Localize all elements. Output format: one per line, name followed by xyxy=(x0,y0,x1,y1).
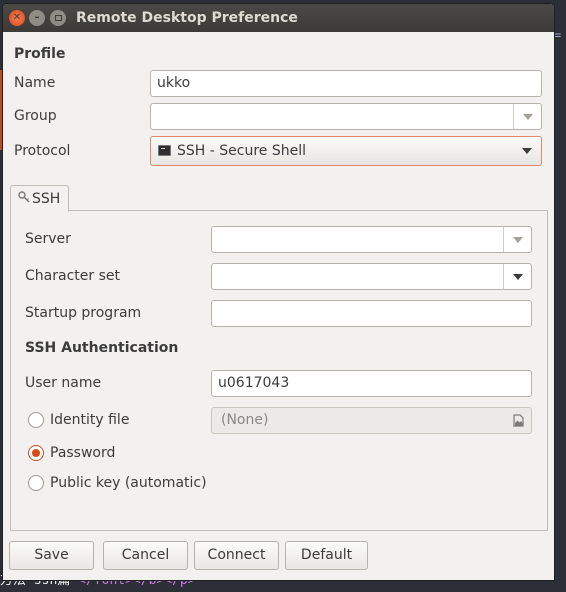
group-combo[interactable] xyxy=(150,103,542,130)
maximize-window-button[interactable] xyxy=(50,10,66,26)
preference-dialog: ✕ – Remote Desktop Preference Profile Na… xyxy=(3,4,554,580)
username-label: User name xyxy=(25,375,102,391)
server-dropdown-button[interactable] xyxy=(503,227,531,252)
background-edge-glyph: = xyxy=(554,28,562,42)
key-icon xyxy=(18,191,30,203)
minimize-window-button[interactable]: – xyxy=(29,10,45,26)
username-input[interactable]: u0617043 xyxy=(211,370,532,397)
chevron-down-icon xyxy=(513,237,523,243)
startup-program-input[interactable] xyxy=(211,300,532,327)
protocol-label: Protocol xyxy=(14,143,71,159)
chevron-down-icon xyxy=(523,114,533,120)
group-dropdown-button[interactable] xyxy=(513,104,541,129)
protocol-value: SSH - Secure Shell xyxy=(177,143,306,159)
cancel-button[interactable]: Cancel xyxy=(103,541,188,570)
save-button[interactable]: Save xyxy=(9,541,94,570)
name-label: Name xyxy=(14,75,56,91)
public-key-label[interactable]: Public key (automatic) xyxy=(50,475,207,491)
file-icon xyxy=(513,414,524,427)
maximize-icon xyxy=(54,15,62,21)
identity-file-radio[interactable] xyxy=(28,412,44,428)
password-radio[interactable] xyxy=(28,445,44,461)
default-button[interactable]: Default xyxy=(285,541,368,570)
identity-file-label[interactable]: Identity file xyxy=(50,412,129,428)
tab-ssh-label: SSH xyxy=(32,191,61,207)
terminal-icon xyxy=(158,145,171,156)
window-title: Remote Desktop Preference xyxy=(76,10,298,26)
ssh-auth-heading: SSH Authentication xyxy=(25,340,179,356)
close-window-button[interactable]: ✕ xyxy=(9,10,25,26)
protocol-select[interactable]: SSH - Secure Shell xyxy=(150,136,542,166)
close-icon: ✕ xyxy=(12,12,22,23)
charset-combo[interactable] xyxy=(211,263,532,290)
public-key-radio[interactable] xyxy=(28,475,44,491)
charset-label: Character set xyxy=(25,268,120,284)
password-label[interactable]: Password xyxy=(50,445,115,461)
identity-file-value: (None) xyxy=(221,412,269,428)
startup-program-label: Startup program xyxy=(25,305,142,321)
name-input[interactable]: ukko xyxy=(150,70,542,97)
group-label: Group xyxy=(14,108,57,124)
minimize-icon: – xyxy=(34,12,40,23)
chevron-down-icon xyxy=(513,274,523,280)
tab-ssh[interactable]: SSH xyxy=(10,185,69,212)
server-combo[interactable] xyxy=(211,226,532,253)
protocol-dropdown-arrow xyxy=(513,137,541,162)
chevron-down-icon xyxy=(522,148,532,154)
server-label: Server xyxy=(25,231,71,247)
connect-button[interactable]: Connect xyxy=(194,541,279,570)
identity-file-chooser: (None) xyxy=(211,407,532,434)
profile-heading: Profile xyxy=(14,46,66,62)
charset-dropdown-button[interactable] xyxy=(503,264,531,289)
title-bar[interactable]: ✕ – Remote Desktop Preference xyxy=(3,4,554,32)
